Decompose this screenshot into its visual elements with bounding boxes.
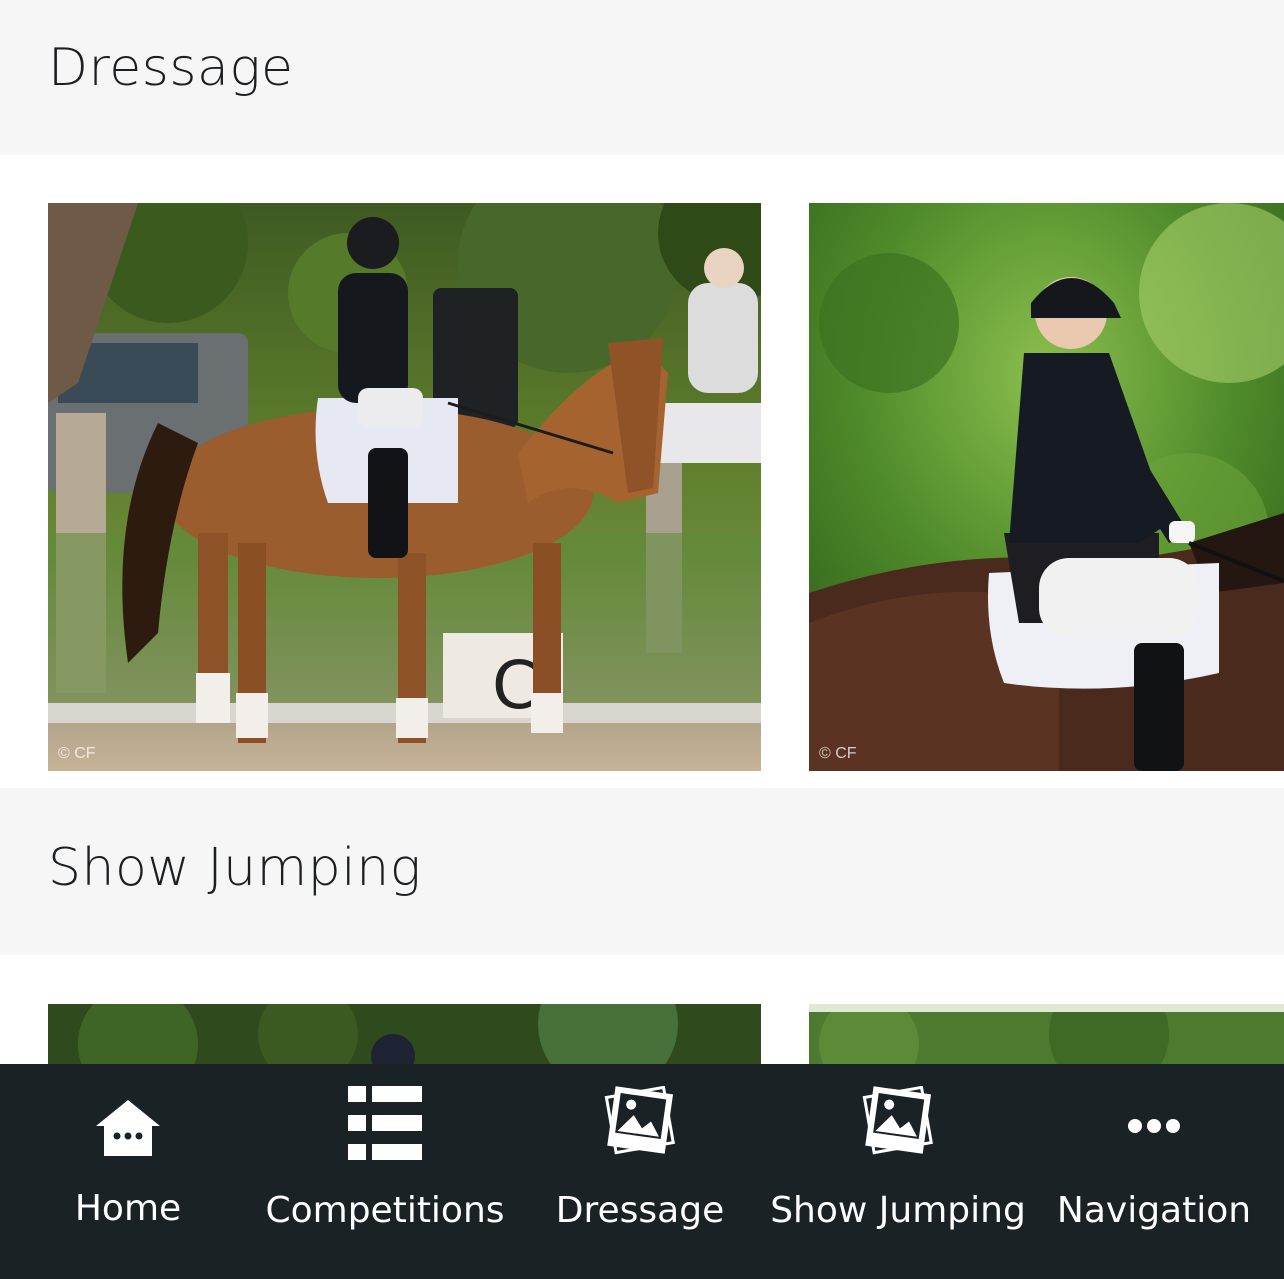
- show-jumping-section-title: Show Jumping: [48, 838, 422, 898]
- nav-item-show-jumping[interactable]: Show Jumping: [770, 1064, 1026, 1279]
- dressage-photo-1-image: C: [48, 203, 761, 771]
- dressage-photo-2-image: [809, 203, 1284, 771]
- photo-stack-icon: [862, 1086, 933, 1155]
- show-jumping-photo-1-image: [48, 1004, 761, 1064]
- nav-item-dressage[interactable]: Dressage: [540, 1064, 740, 1279]
- nav-item-navigation[interactable]: Navigation: [1054, 1064, 1254, 1279]
- nav-label-competitions: Competitions: [265, 1190, 505, 1231]
- show-jumping-photo-2-image: [809, 1004, 1284, 1064]
- list-icon: [348, 1086, 422, 1160]
- show-jumping-section-header: Show Jumping: [0, 788, 1284, 955]
- dressage-section-header: Dressage: [0, 0, 1284, 155]
- nav-label-dressage: Dressage: [555, 1190, 725, 1231]
- photo-credit: © CF: [819, 745, 857, 762]
- home-icon: [96, 1100, 160, 1156]
- photo-stack-icon: [604, 1086, 675, 1155]
- dressage-section-title: Dressage: [48, 38, 294, 98]
- nav-item-home[interactable]: Home: [28, 1064, 228, 1279]
- dressage-photo-1[interactable]: C © CF: [48, 203, 761, 771]
- nav-item-competitions[interactable]: Competitions: [260, 1064, 510, 1279]
- bottom-navigation-bar: Home Competitions Dressage Show Jumping …: [0, 1064, 1284, 1279]
- nav-label-show-jumping: Show Jumping: [770, 1190, 1026, 1231]
- nav-label-home: Home: [74, 1188, 182, 1229]
- dressage-photo-2[interactable]: © CF: [809, 203, 1284, 771]
- nav-label-navigation: Navigation: [1056, 1190, 1252, 1231]
- more-dots-icon: [1128, 1119, 1180, 1133]
- photo-credit: © CF: [58, 745, 96, 762]
- show-jumping-photo-1[interactable]: [48, 1004, 761, 1064]
- show-jumping-photo-2[interactable]: [809, 1004, 1284, 1064]
